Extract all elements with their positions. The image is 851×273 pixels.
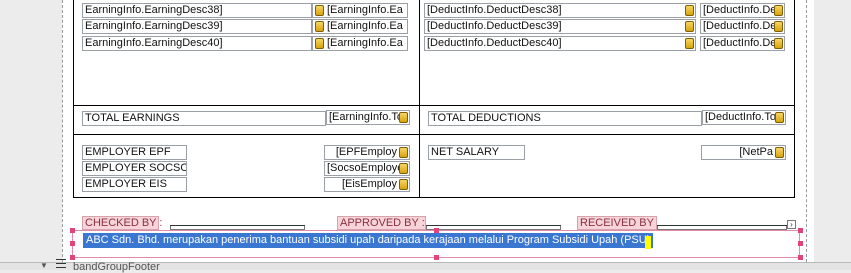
database-field-icon [775, 147, 784, 158]
database-field-icon [399, 112, 408, 123]
net-salary-value[interactable]: [NetPa [701, 145, 786, 160]
database-field-icon [774, 21, 783, 32]
deduct-amount-39[interactable]: [DeductInfo.De [700, 19, 785, 34]
selection-handle-top-center[interactable] [434, 228, 439, 233]
deduct-desc-39-text: [DeductInfo.DeductDesc39] [427, 20, 562, 32]
selection-handle-bottom-center[interactable] [434, 255, 439, 260]
total-deductions-value[interactable]: [DeductInfo.To [702, 110, 786, 125]
database-field-icon [399, 179, 408, 190]
deduct-amount-38-text: [DeductInfo.De [703, 4, 777, 16]
total-deductions-label[interactable]: TOTAL DEDUCTIONS [428, 111, 702, 126]
employer-socso-value[interactable]: [SocsoEmploye [324, 161, 410, 176]
earning-amount-38-text: [EarningInfo.Ea [327, 4, 403, 16]
net-salary-value-text: [NetPa [739, 146, 773, 158]
employer-epf-label[interactable]: EMPLOYER EPF [82, 145, 187, 160]
total-deductions-value-text: [DeductInfo.To [705, 111, 776, 123]
database-field-icon [775, 112, 784, 123]
selection-handle-bottom-right[interactable] [798, 255, 803, 260]
database-field-icon [685, 5, 694, 16]
database-field-icon [685, 21, 694, 32]
employer-epf-value[interactable]: [EPFEmploy [324, 145, 410, 160]
report-designer-canvas: EarningInfo.EarningDesc38] EarningInfo.E… [0, 0, 851, 273]
employer-epf-value-text: [EPFEmploy [335, 146, 397, 158]
total-earnings-value[interactable]: [EarningInfo.To [326, 110, 410, 125]
deduct-desc-38[interactable]: [DeductInfo.DeductDesc38] [424, 3, 696, 18]
earning-amount-39-text: [EarningInfo.Ea [327, 20, 403, 32]
canvas-right-gutter [829, 0, 851, 262]
selection-handle-top-right[interactable] [798, 228, 803, 233]
employer-eis-value-text: [EisEmploy [341, 178, 397, 190]
employer-eis-value[interactable]: [EisEmploy [324, 177, 410, 192]
deduct-amount-39-text: [DeductInfo.De [703, 20, 777, 32]
selection-handle-middle-left[interactable] [70, 241, 75, 246]
text-cursor [645, 236, 651, 249]
selection-handle-bottom-left[interactable] [70, 255, 75, 260]
selection-handle-top-left[interactable] [70, 228, 75, 233]
deduct-desc-38-text: [DeductInfo.DeductDesc38] [427, 4, 562, 16]
total-earnings-value-text: [EarningInfo.To [329, 111, 403, 123]
page-margin-left [62, 0, 63, 262]
subsidy-note-text[interactable]: ABC Sdn. Bhd. merupakan penerima bantuan… [83, 233, 654, 248]
band-name: bandGroupFooter [73, 261, 160, 273]
database-field-icon [774, 5, 783, 16]
deduct-desc-40-text: [DeductInfo.DeductDesc40] [427, 37, 562, 49]
deduct-desc-39[interactable]: [DeductInfo.DeductDesc39] [424, 19, 696, 34]
earning-amount-39[interactable]: [EarningInfo.Ea [312, 19, 408, 34]
selection-handle-middle-right[interactable] [798, 241, 803, 246]
collapse-arrow-icon[interactable]: ▼ [40, 262, 48, 270]
employer-socso-label[interactable]: EMPLOYER SOCSO [82, 161, 187, 176]
total-earnings-label[interactable]: TOTAL EARNINGS [82, 111, 326, 126]
database-field-icon [315, 5, 324, 16]
table-border-right [794, 0, 795, 198]
database-field-icon [685, 38, 694, 49]
deduct-amount-38[interactable]: [DeductInfo.De [700, 3, 785, 18]
earning-amount-40[interactable]: [EarningInfo.Ea [312, 36, 408, 51]
earning-amount-40-text: [EarningInfo.Ea [327, 37, 403, 49]
database-field-icon [315, 21, 324, 32]
deduct-amount-40[interactable]: [DeductInfo.De [700, 36, 785, 51]
table-border-left [73, 0, 74, 198]
deduct-desc-40[interactable]: [DeductInfo.DeductDesc40] [424, 36, 696, 51]
earning-desc-40[interactable]: EarningInfo.EarningDesc40] [82, 36, 312, 51]
checked-by-label[interactable]: CHECKED BY : [82, 216, 162, 230]
approved-by-label[interactable]: APPROVED BY : [337, 216, 426, 230]
database-field-icon [399, 163, 408, 174]
table-divider-totals-bottom [73, 134, 795, 135]
table-divider-vertical [419, 0, 420, 198]
table-border-bottom [73, 197, 795, 198]
database-field-icon [399, 147, 408, 158]
earning-desc-38[interactable]: EarningInfo.EarningDesc38] [82, 3, 312, 18]
received-by-label[interactable]: RECEIVED BY [577, 216, 657, 230]
earning-desc-39[interactable]: EarningInfo.EarningDesc39] [82, 19, 312, 34]
expand-arrow-icon[interactable]: › [787, 220, 796, 229]
database-field-icon [774, 38, 783, 49]
database-field-icon [315, 38, 324, 49]
net-salary-label[interactable]: NET SALARY [428, 145, 525, 160]
deduct-amount-40-text: [DeductInfo.De [703, 37, 777, 49]
employer-socso-value-text: [SocsoEmploye [327, 162, 404, 174]
employer-eis-label[interactable]: EMPLOYER EIS [82, 177, 187, 192]
band-list-icon [56, 259, 66, 268]
earning-amount-38[interactable]: [EarningInfo.Ea [312, 3, 408, 18]
table-divider-earnings-total [73, 105, 795, 106]
page-margin-right [806, 0, 807, 262]
